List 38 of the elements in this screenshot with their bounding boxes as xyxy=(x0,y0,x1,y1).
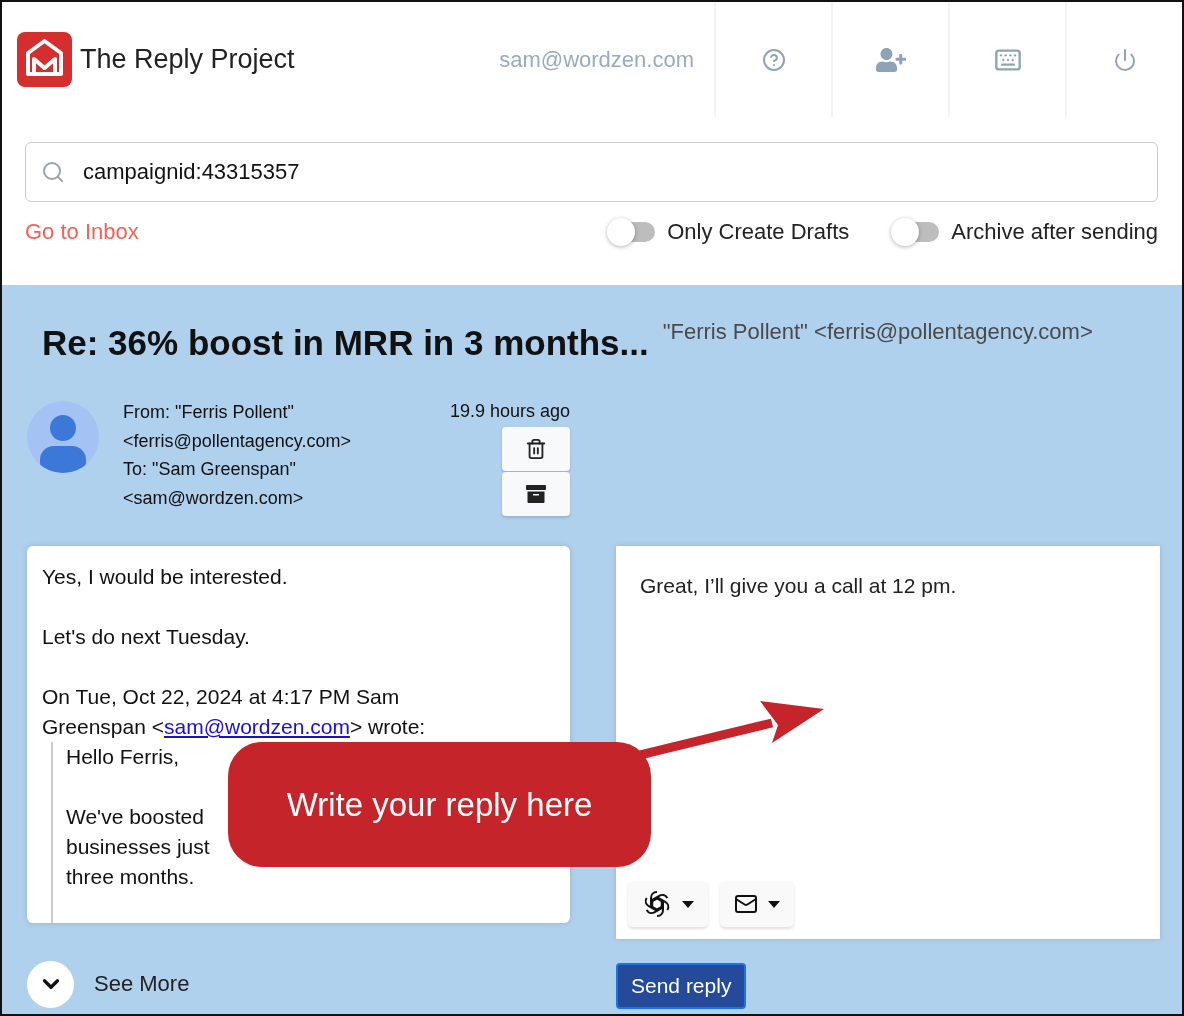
email-link[interactable]: sam@wordzen.com xyxy=(164,715,350,738)
quoted-text: three months. xyxy=(66,865,195,888)
send-reply-button[interactable]: Send reply xyxy=(616,963,747,1009)
delete-button[interactable] xyxy=(502,427,570,471)
user-email: sam@wordzen.com xyxy=(499,46,695,73)
quoted-text: We've boosted xyxy=(66,805,204,828)
sender-detail: To: "Sam Greenspan" xyxy=(123,458,297,481)
message-time: 19.9 hours ago xyxy=(449,401,570,422)
trash-icon xyxy=(525,438,547,460)
sender-detail: <sam@wordzen.com> xyxy=(123,486,305,509)
toggle-label: Only Create Drafts xyxy=(667,219,850,245)
app-name: The Reply Project xyxy=(80,44,295,75)
archive-button[interactable] xyxy=(502,472,570,516)
ai-dropdown-button[interactable] xyxy=(628,881,708,927)
message-text: Yes, I would be interested. xyxy=(42,564,289,590)
search-field[interactable]: campaignid:43315357 xyxy=(25,142,1158,202)
sender-detail: <ferris@pollentagency.com> xyxy=(123,429,353,452)
archive-icon xyxy=(526,485,546,503)
message-text: Let's do next Tuesday. xyxy=(42,624,251,650)
quoted-text: businesses just xyxy=(66,835,210,858)
quoted-text: Hello Ferris, xyxy=(66,745,180,768)
quote-header: On Tue, Oct 22, 2024 at 4:17 PM Sam Greenspan <sam@wordzen.com> wrote: xyxy=(42,684,427,740)
caret-icon xyxy=(682,900,694,908)
callout-bubble: Write your reply here xyxy=(228,742,651,867)
envelope-icon xyxy=(734,892,758,916)
template-dropdown-button[interactable] xyxy=(720,881,794,927)
logo-icon xyxy=(17,32,72,87)
thread-subject: Re: 36% boost in MRR in 3 months... xyxy=(42,323,649,363)
see-more-button[interactable]: See More xyxy=(27,959,190,1009)
caret-icon xyxy=(768,900,780,908)
toggle-label: Archive after sending xyxy=(951,219,1158,245)
participant-address: "Ferris Pollent" <ferris@pollentagency.com> xyxy=(662,319,1093,345)
reply-field[interactable]: Great, I’ll give you a call at 12 pm. xyxy=(616,546,1160,939)
see-more-label: See More xyxy=(94,971,190,997)
search-icon xyxy=(41,160,65,184)
help-icon xyxy=(761,47,786,72)
power-icon xyxy=(1112,47,1137,72)
sender-detail: From: "Ferris Pollent" xyxy=(123,401,295,424)
